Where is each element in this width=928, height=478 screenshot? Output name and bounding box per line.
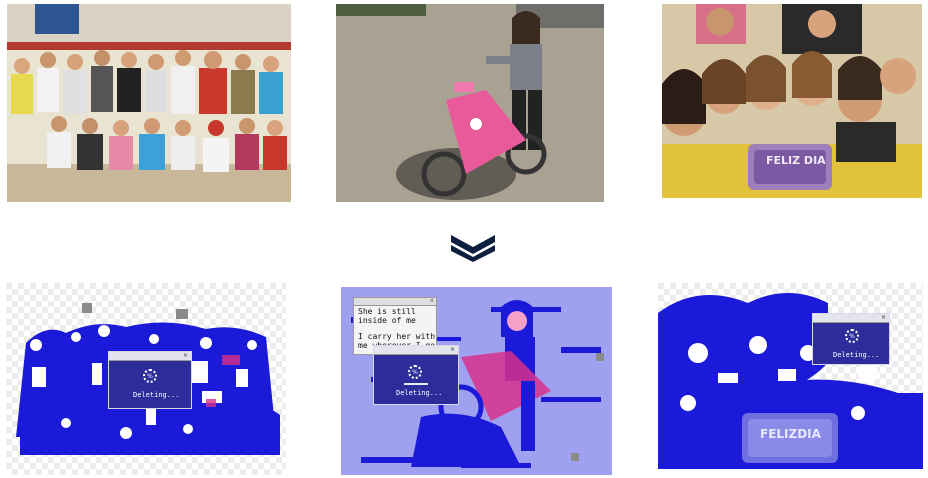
glitch-block <box>176 309 188 319</box>
photo-group-of-children <box>7 4 291 202</box>
dialog-titlebar: × <box>374 346 458 355</box>
glitch-block <box>571 453 579 461</box>
progress-bar <box>404 383 428 385</box>
cake-text: FELIZ DIA <box>766 154 826 167</box>
deleting-dialog: × % Deleting... <box>373 345 459 405</box>
note-line: She is still <box>358 307 416 316</box>
glitch-block <box>82 303 92 313</box>
deleting-status: Deleting... <box>833 351 880 359</box>
progress-percent: % <box>849 333 855 340</box>
photo-children-with-cake: FELIZ DIA <box>662 4 922 198</box>
close-icon[interactable]: × <box>183 352 188 360</box>
photo-girl-on-bicycle <box>336 4 604 202</box>
children-with-cake-photo <box>662 4 922 198</box>
close-icon[interactable]: × <box>430 298 434 305</box>
glitched-cake-photo: FELIZDIA × % Deleting... <box>658 283 923 469</box>
glitched-bicycle-photo: × She is still inside of me I carry her … <box>341 287 612 475</box>
dialog-titlebar: × <box>109 352 191 361</box>
close-icon[interactable]: × <box>881 314 886 322</box>
deleting-dialog: × % Deleting... <box>108 351 192 409</box>
deleting-status: Deleting... <box>396 389 443 397</box>
glitched-children-with-cake <box>658 283 923 469</box>
dialog-titlebar: × <box>813 314 889 323</box>
progress-percent: % <box>147 373 153 380</box>
note-line: inside of me <box>358 316 416 325</box>
note-titlebar: × <box>354 298 436 306</box>
progress-percent: % <box>412 369 418 376</box>
double-chevron-down-icon <box>449 231 497 263</box>
deleting-status: Deleting... <box>133 391 180 399</box>
girl-on-bicycle-photo <box>336 4 604 202</box>
close-icon[interactable]: × <box>450 346 455 354</box>
glitched-cake-text: FELIZDIA <box>760 427 821 441</box>
group-of-children-photo <box>7 4 291 202</box>
deleting-dialog: × % Deleting... <box>812 313 890 365</box>
glitch-block <box>596 353 604 361</box>
glitched-group-photo: × % Deleting... <box>6 283 286 475</box>
note-line: I carry her with <box>358 332 436 341</box>
